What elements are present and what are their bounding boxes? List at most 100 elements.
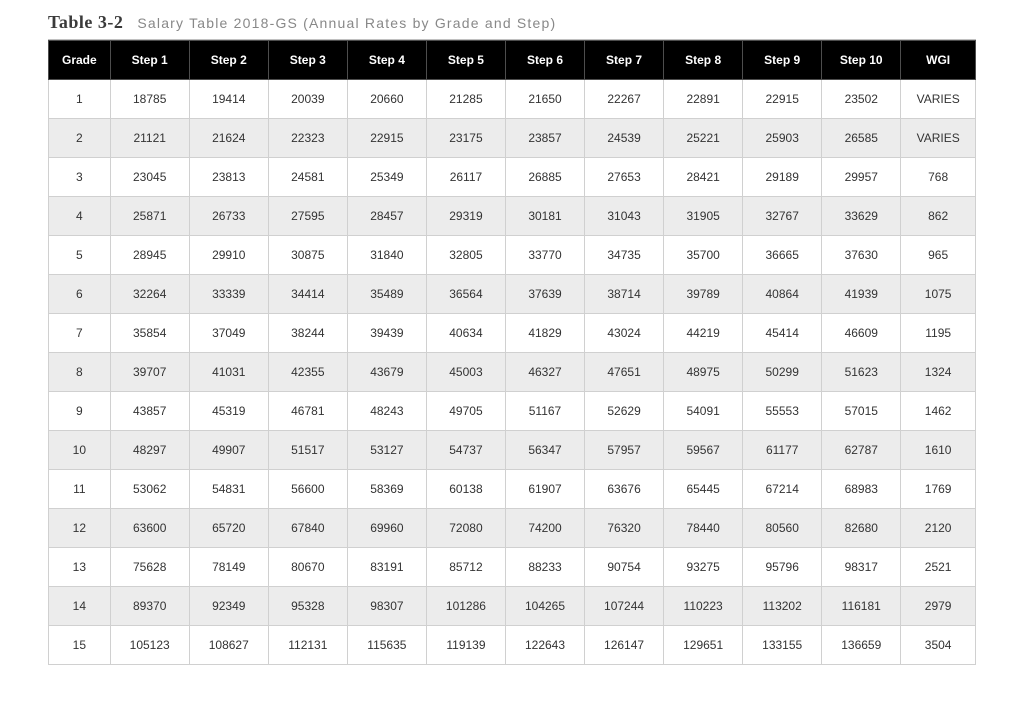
cell-step: 116181 — [822, 587, 901, 626]
col-header-step-7: Step 7 — [585, 41, 664, 80]
cell-step: 101286 — [426, 587, 505, 626]
cell-step: 80560 — [743, 509, 822, 548]
cell-step: 54831 — [189, 470, 268, 509]
col-header-step-10: Step 10 — [822, 41, 901, 80]
cell-step: 41031 — [189, 353, 268, 392]
cell-step: 61907 — [505, 470, 584, 509]
cell-step: 21624 — [189, 119, 268, 158]
col-header-step-1: Step 1 — [110, 41, 189, 80]
cell-step: 20660 — [347, 80, 426, 119]
cell-step: 21121 — [110, 119, 189, 158]
cell-step: 22915 — [347, 119, 426, 158]
cell-step: 57957 — [585, 431, 664, 470]
cell-step: 33770 — [505, 236, 584, 275]
cell-step: 45003 — [426, 353, 505, 392]
cell-step: 75628 — [110, 548, 189, 587]
cell-step: 18785 — [110, 80, 189, 119]
cell-wgi: 1462 — [901, 392, 976, 431]
cell-step: 55553 — [743, 392, 822, 431]
cell-step: 31043 — [585, 197, 664, 236]
cell-wgi: VARIES — [901, 119, 976, 158]
table-caption: Salary Table 2018-GS (Annual Rates by Gr… — [137, 15, 556, 31]
cell-step: 90754 — [585, 548, 664, 587]
cell-step: 28945 — [110, 236, 189, 275]
cell-step: 67840 — [268, 509, 347, 548]
cell-step: 48297 — [110, 431, 189, 470]
cell-wgi: 2120 — [901, 509, 976, 548]
cell-wgi: 2521 — [901, 548, 976, 587]
cell-step: 51167 — [505, 392, 584, 431]
cell-step: 65445 — [664, 470, 743, 509]
col-header-step-8: Step 8 — [664, 41, 743, 80]
table-row: 8397074103142355436794500346327476514897… — [49, 353, 976, 392]
cell-step: 24539 — [585, 119, 664, 158]
cell-step: 48975 — [664, 353, 743, 392]
cell-step: 63676 — [585, 470, 664, 509]
cell-step: 25349 — [347, 158, 426, 197]
cell-step: 93275 — [664, 548, 743, 587]
cell-step: 41829 — [505, 314, 584, 353]
cell-step: 54737 — [426, 431, 505, 470]
cell-step: 119139 — [426, 626, 505, 665]
cell-wgi: 2979 — [901, 587, 976, 626]
cell-grade: 2 — [49, 119, 111, 158]
cell-step: 30181 — [505, 197, 584, 236]
cell-step: 74200 — [505, 509, 584, 548]
table-row: 1187851941420039206602128521650222672289… — [49, 80, 976, 119]
cell-grade: 1 — [49, 80, 111, 119]
cell-step: 62787 — [822, 431, 901, 470]
cell-step: 41939 — [822, 275, 901, 314]
cell-step: 32805 — [426, 236, 505, 275]
cell-step: 43857 — [110, 392, 189, 431]
table-row: 1153062548315660058369601386190763676654… — [49, 470, 976, 509]
cell-step: 39439 — [347, 314, 426, 353]
table-header: GradeStep 1Step 2Step 3Step 4Step 5Step … — [49, 41, 976, 80]
cell-grade: 4 — [49, 197, 111, 236]
cell-step: 113202 — [743, 587, 822, 626]
col-header-step-2: Step 2 — [189, 41, 268, 80]
cell-step: 45319 — [189, 392, 268, 431]
cell-step: 46781 — [268, 392, 347, 431]
cell-step: 38714 — [585, 275, 664, 314]
col-header-step-9: Step 9 — [743, 41, 822, 80]
cell-step: 23813 — [189, 158, 268, 197]
cell-grade: 7 — [49, 314, 111, 353]
table-header-row: GradeStep 1Step 2Step 3Step 4Step 5Step … — [49, 41, 976, 80]
cell-grade: 8 — [49, 353, 111, 392]
page-container: Table 3-2 Salary Table 2018-GS (Annual R… — [0, 0, 1024, 705]
cell-step: 56600 — [268, 470, 347, 509]
cell-grade: 11 — [49, 470, 111, 509]
cell-step: 68983 — [822, 470, 901, 509]
cell-step: 28457 — [347, 197, 426, 236]
table-row: 5289452991030875318403280533770347353570… — [49, 236, 976, 275]
salary-table: GradeStep 1Step 2Step 3Step 4Step 5Step … — [48, 40, 976, 665]
cell-step: 29957 — [822, 158, 901, 197]
cell-step: 19414 — [189, 80, 268, 119]
cell-step: 80670 — [268, 548, 347, 587]
cell-step: 31905 — [664, 197, 743, 236]
table-row: 9438574531946781482434970551167526295409… — [49, 392, 976, 431]
cell-grade: 3 — [49, 158, 111, 197]
cell-step: 29319 — [426, 197, 505, 236]
cell-step: 38244 — [268, 314, 347, 353]
cell-wgi: 862 — [901, 197, 976, 236]
cell-step: 22915 — [743, 80, 822, 119]
table-row: 1510512310862711213111563511913912264312… — [49, 626, 976, 665]
cell-step: 25871 — [110, 197, 189, 236]
table-row: 1263600657206784069960720807420076320784… — [49, 509, 976, 548]
table-row: 4258712673327595284572931930181310433190… — [49, 197, 976, 236]
cell-step: 69960 — [347, 509, 426, 548]
cell-wgi: 1769 — [901, 470, 976, 509]
cell-step: 34735 — [585, 236, 664, 275]
table-title-line: Table 3-2 Salary Table 2018-GS (Annual R… — [48, 12, 976, 40]
cell-wgi: 1195 — [901, 314, 976, 353]
cell-step: 85712 — [426, 548, 505, 587]
cell-step: 28421 — [664, 158, 743, 197]
cell-step: 133155 — [743, 626, 822, 665]
cell-step: 21285 — [426, 80, 505, 119]
cell-wgi: 1075 — [901, 275, 976, 314]
cell-step: 40864 — [743, 275, 822, 314]
cell-step: 32264 — [110, 275, 189, 314]
cell-step: 27653 — [585, 158, 664, 197]
cell-step: 54091 — [664, 392, 743, 431]
